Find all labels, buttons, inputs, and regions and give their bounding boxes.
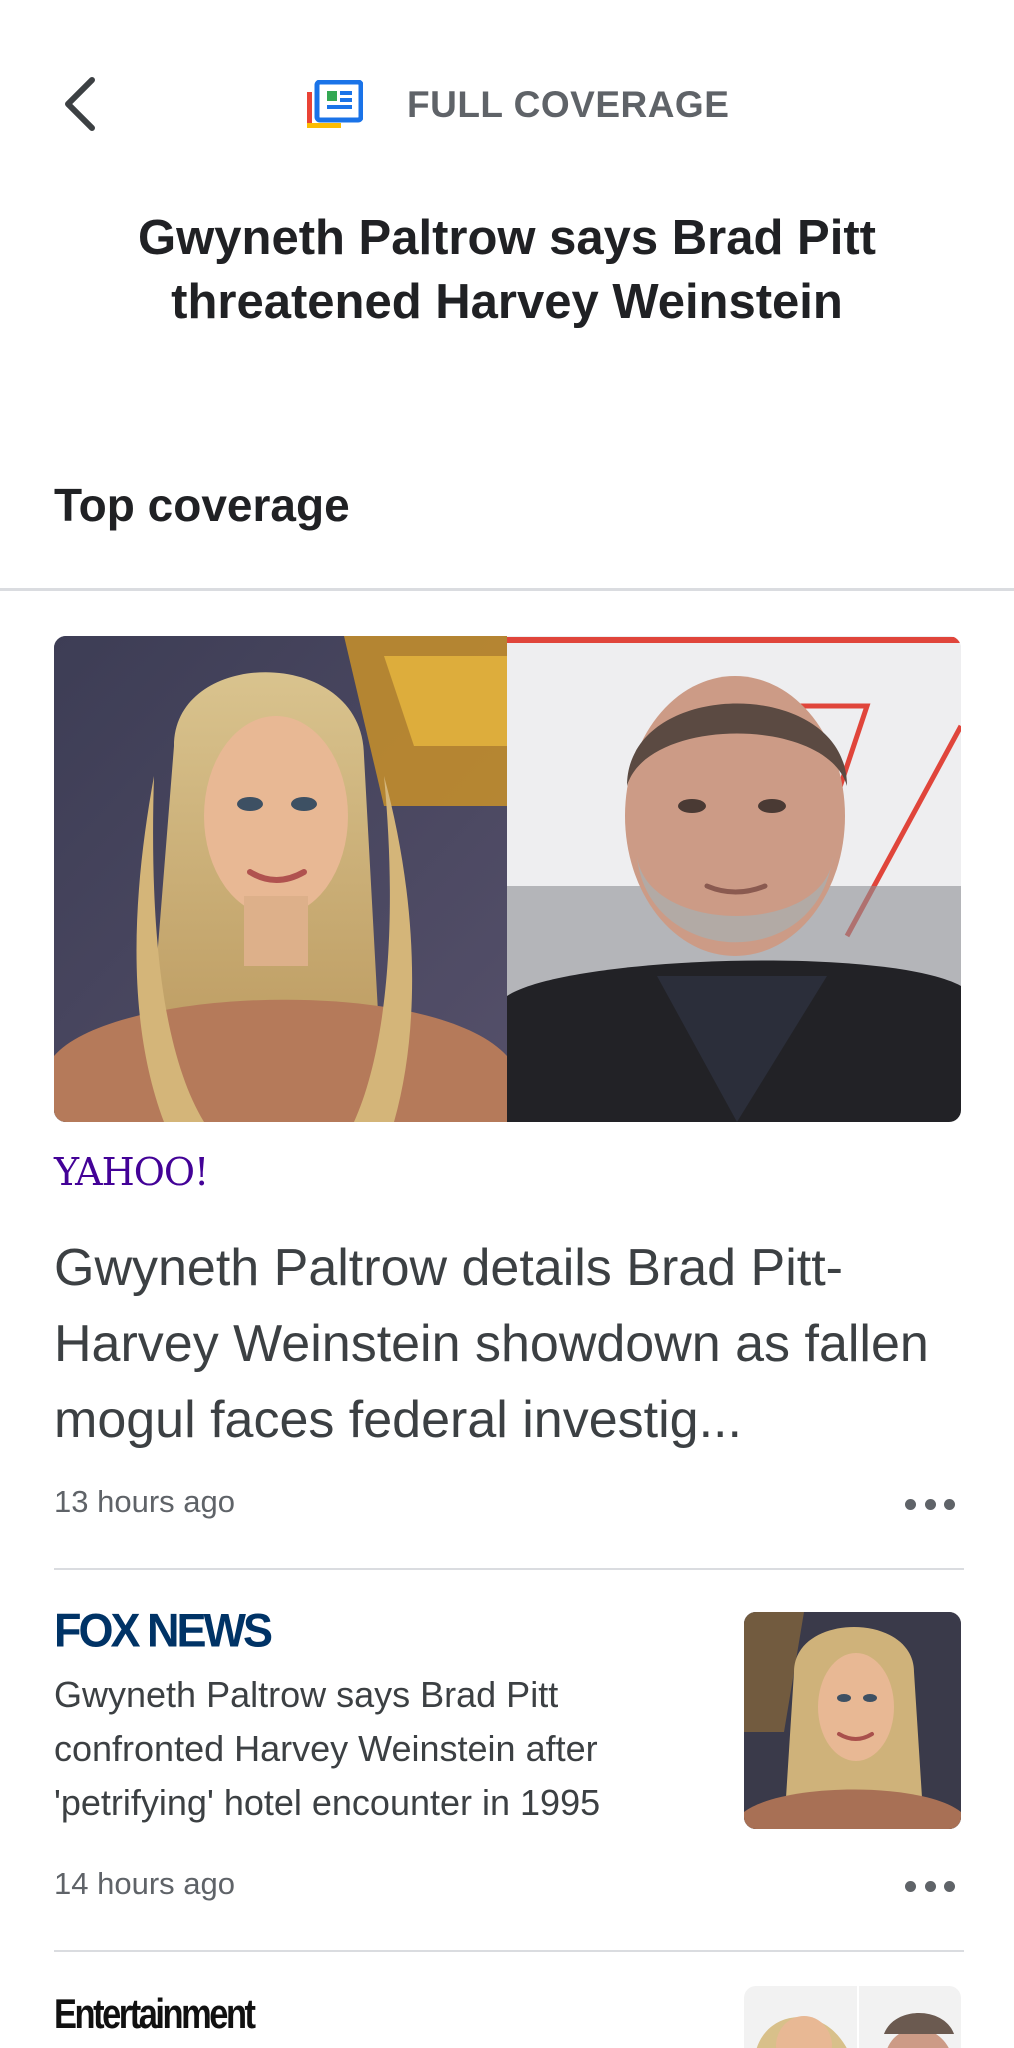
hero-article-image[interactable] bbox=[54, 636, 961, 1122]
chevron-left-icon bbox=[65, 77, 95, 131]
article-headline[interactable]: Gwyneth Paltrow says Brad Pitt confronte… bbox=[54, 1668, 694, 1830]
article-time: 14 hours ago bbox=[54, 1866, 235, 1901]
source-logo-yahoo: YAHOO! bbox=[54, 1150, 209, 1194]
more-options-button[interactable] bbox=[905, 1876, 955, 1896]
article-time: 13 hours ago bbox=[54, 1484, 235, 1519]
section-divider bbox=[0, 588, 1014, 591]
full-coverage-icon bbox=[305, 79, 364, 130]
article-divider bbox=[54, 1950, 964, 1952]
article-thumbnail[interactable] bbox=[744, 1986, 961, 2048]
hero-photo-right bbox=[507, 636, 961, 1122]
article-divider bbox=[54, 1568, 964, 1570]
top-bar: FULL COVERAGE bbox=[0, 0, 1014, 210]
hero-article-headline[interactable]: Gwyneth Paltrow details Brad Pitt-Harvey… bbox=[54, 1230, 964, 1458]
more-horiz-icon bbox=[905, 1880, 916, 1892]
source-logo-entertainment: Entertainment bbox=[54, 1990, 256, 2037]
article-thumbnail[interactable] bbox=[744, 1612, 961, 1829]
story-title: Gwyneth Paltrow says Brad Pitt threatene… bbox=[138, 211, 876, 329]
source-logo-fox-news: FOX NEWS bbox=[54, 1603, 273, 1658]
section-title: Top coverage bbox=[54, 479, 350, 531]
full-coverage-brand: FULL COVERAGE bbox=[305, 79, 730, 130]
more-horiz-icon bbox=[905, 1498, 916, 1510]
back-button[interactable] bbox=[50, 72, 110, 136]
more-options-button[interactable] bbox=[905, 1494, 955, 1514]
brand-label: FULL COVERAGE bbox=[407, 84, 730, 125]
hero-photo-left bbox=[54, 636, 507, 1122]
